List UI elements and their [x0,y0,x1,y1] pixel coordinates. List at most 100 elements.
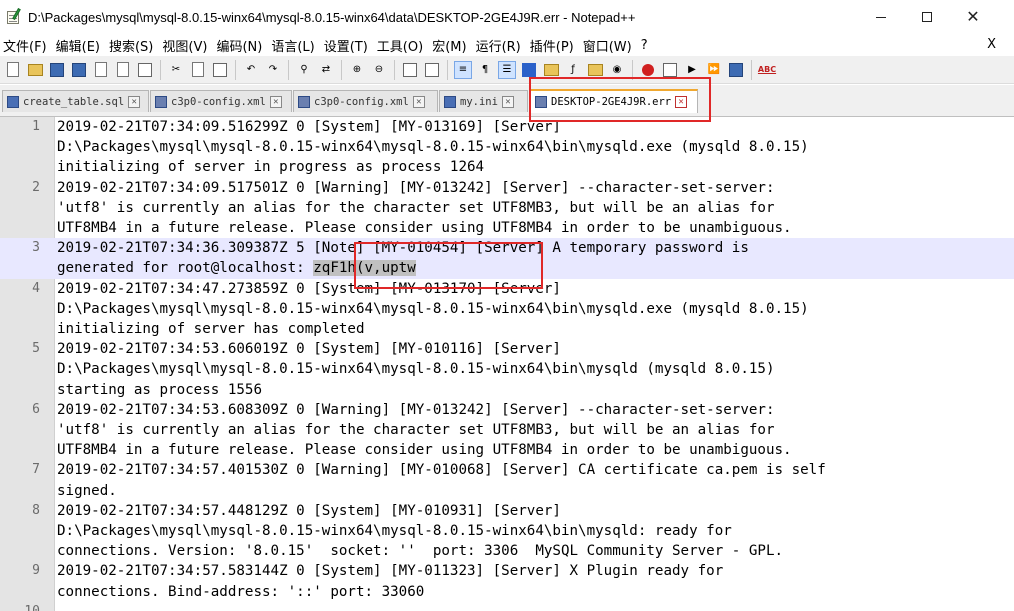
selected-password-text[interactable]: zqF1h(v,uptw [313,260,416,277]
new-file-button[interactable] [4,61,22,79]
copy-button[interactable] [189,61,207,79]
close-file-icon [95,62,107,77]
toolbar: ✂ ↶ ↷ ⚲ ⇄ ⊕ ⊖ ≡ ¶ ☰ ƒ ◉ ▶ ⏩ ABC [0,56,1014,84]
tab-close-icon[interactable]: ✕ [412,95,425,108]
play-macro-button[interactable]: ▶ [683,61,701,79]
menu-encoding[interactable]: 编码(N) [213,36,268,55]
editor-line-wrap: initializing of server has completed [0,319,1014,339]
close-document-button[interactable]: X [987,37,996,52]
toolbar-separator [288,59,289,80]
close-file-button[interactable] [92,61,110,79]
redo-icon: ↷ [268,64,278,75]
menu-file[interactable]: 文件(F) [0,36,53,55]
menu-view[interactable]: 视图(V) [159,36,213,55]
zoom-in-button[interactable]: ⊕ [348,61,366,79]
open-file-button[interactable] [26,61,44,79]
redo-button[interactable]: ↷ [264,61,282,79]
sync-horizontal-icon [425,62,439,77]
tab-my-ini[interactable]: my.ini ✕ [439,90,528,112]
paste-button[interactable] [211,61,229,79]
play-multiple-button[interactable]: ⏩ [705,61,723,79]
tab-close-icon[interactable]: ✕ [501,95,514,108]
file-saved-icon [535,96,547,108]
record-macro-button[interactable] [639,61,657,79]
binoculars-icon: ⚲ [300,64,308,75]
folder-workspace-icon [587,63,603,76]
menu-help[interactable]: ? [638,38,654,53]
window-title: D:\Packages\mysql\mysql-8.0.15-winx64\my… [28,9,636,25]
sync-horizontal-button[interactable] [423,61,441,79]
line-text: 2019-02-21T07:34:57.448129Z 0 [System] [… [57,502,561,519]
menu-window[interactable]: 窗口(W) [580,36,638,55]
save-macro-button[interactable] [727,61,745,79]
show-all-chars-button[interactable]: ¶ [476,61,494,79]
tab-close-icon[interactable]: ✕ [128,95,141,108]
find-button[interactable]: ⚲ [295,61,313,79]
close-all-button[interactable] [114,61,132,79]
tab-label: c3p0-config.xml [171,95,266,108]
line-text: starting as process 1556 [57,381,262,398]
menu-search[interactable]: 搜索(S) [106,36,159,55]
editor-line: 4 2019-02-21T07:34:47.273859Z 0 [System]… [0,279,1014,299]
replace-button[interactable]: ⇄ [317,61,335,79]
tab-desktop-err[interactable]: DESKTOP-2GE4J9R.err ✕ [530,89,698,113]
line-text-container: generated for root@localhost: zqF1h(v,up… [57,258,416,278]
doc-map-icon [543,63,559,76]
line-text: 2019-02-21T07:34:47.273859Z 0 [System] [… [57,280,561,297]
undo-icon: ↶ [246,64,256,75]
menu-settings[interactable]: 设置(T) [321,36,374,55]
line-text: D:\Packages\mysql\mysql-8.0.15-winx64\my… [57,300,809,317]
maximize-button[interactable] [904,0,950,34]
tab-label: c3p0-config.xml [314,95,409,108]
udl-button[interactable] [520,61,538,79]
print-button[interactable] [136,61,154,79]
zoom-out-icon: ⊖ [374,64,384,75]
line-text: D:\Packages\mysql\mysql-8.0.15-winx64\my… [57,361,775,378]
zoom-out-button[interactable]: ⊖ [370,61,388,79]
close-icon: ✕ [966,7,980,26]
menu-plugins[interactable]: 插件(P) [527,36,580,55]
pilcrow-icon: ¶ [481,64,489,75]
tab-c3p0-config-xml-1[interactable]: c3p0-config.xml ✕ [150,90,292,112]
menu-run[interactable]: 运行(R) [473,36,527,55]
menu-macro[interactable]: 宏(M) [429,36,472,55]
monitoring-button[interactable]: ◉ [608,61,626,79]
sync-vertical-button[interactable] [401,61,419,79]
editor-line-wrap: D:\Packages\mysql\mysql-8.0.15-winx64\my… [0,137,1014,157]
title-bar: D:\Packages\mysql\mysql-8.0.15-winx64\my… [0,0,1014,34]
tab-c3p0-config-xml-2[interactable]: c3p0-config.xml ✕ [293,90,438,112]
undo-button[interactable]: ↶ [242,61,260,79]
menu-edit[interactable]: 编辑(E) [53,36,106,55]
spellcheck-icon: ABC [757,65,777,74]
tab-label: DESKTOP-2GE4J9R.err [551,96,672,108]
record-icon [642,63,654,76]
menu-tools[interactable]: 工具(O) [374,36,429,55]
tab-create-table-sql[interactable]: create_table.sql ✕ [2,90,149,112]
toolbar-separator [751,59,752,80]
indent-guide-button[interactable]: ☰ [498,60,516,79]
function-list-button[interactable]: ƒ [564,61,582,79]
folder-workspace-button[interactable] [586,61,604,79]
file-saved-icon [444,95,456,108]
tab-close-icon[interactable]: ✕ [269,95,282,108]
save-icon [50,62,64,77]
udl-icon [522,62,536,77]
spellcheck-button[interactable]: ABC [758,61,776,79]
minimize-button[interactable] [858,0,904,34]
scissors-icon: ✂ [171,64,181,75]
word-wrap-button[interactable]: ≡ [454,60,472,79]
editor-line-wrap: 'utf8' is currently an alias for the cha… [0,198,1014,218]
save-all-button[interactable] [70,61,88,79]
fast-forward-icon: ⏩ [707,64,721,75]
doc-map-button[interactable] [542,61,560,79]
close-window-button[interactable]: ✕ [950,0,996,34]
menu-language[interactable]: 语言(L) [268,36,320,55]
cut-button[interactable]: ✂ [167,61,185,79]
text-editor[interactable]: 1 2019-02-21T07:34:09.516299Z 0 [System]… [0,117,1014,611]
editor-line-wrap: starting as process 1556 [0,380,1014,400]
tab-close-icon[interactable]: ✕ [675,96,688,108]
editor-line-wrap: connections. Version: '8.0.15' socket: '… [0,541,1014,561]
editor-line-wrap: D:\Packages\mysql\mysql-8.0.15-winx64\my… [0,299,1014,319]
save-button[interactable] [48,61,66,79]
stop-macro-button[interactable] [661,61,679,79]
